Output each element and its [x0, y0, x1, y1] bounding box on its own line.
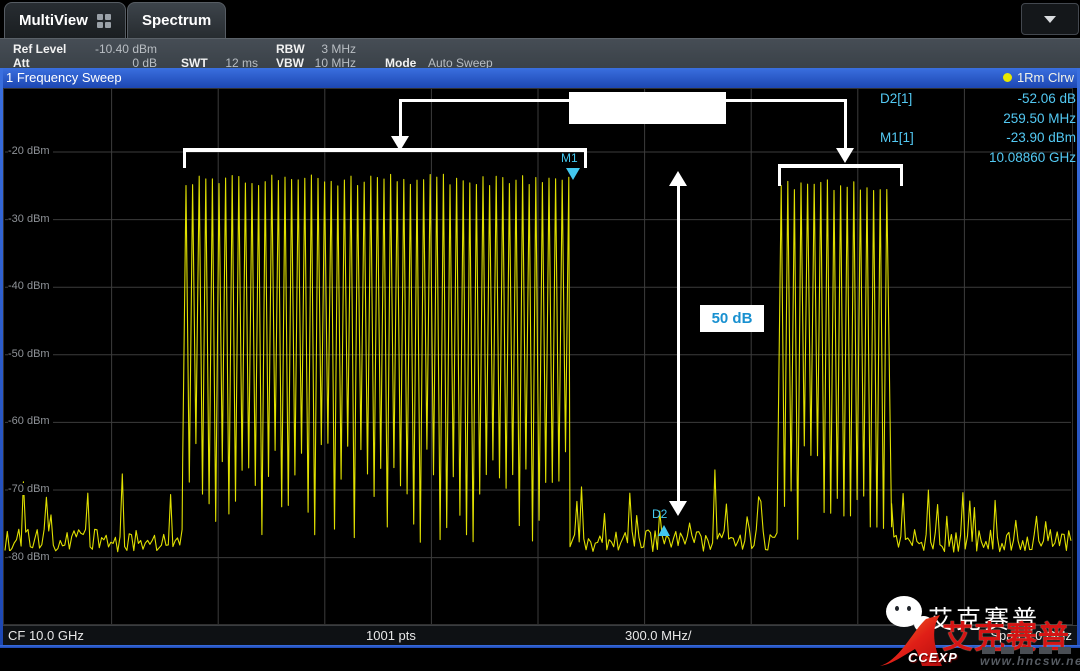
redacted-callout-box — [569, 92, 726, 124]
trace1-mode-label: 1Rm Clrw — [1017, 70, 1074, 85]
window-frame-left — [0, 68, 3, 648]
window-menu-dropdown-button[interactable] — [1021, 3, 1079, 35]
arrow-down-icon — [836, 148, 854, 163]
window-title: 1 Frequency Sweep — [6, 70, 122, 85]
tab-spectrum-label: Spectrum — [142, 12, 211, 29]
center-frequency-value[interactable]: CF 10.0 GHz — [8, 628, 84, 643]
marker-m1-label: M1 — [561, 151, 578, 165]
tab-spectrum[interactable]: Spectrum — [127, 2, 226, 38]
marker-m1-triangle-icon — [566, 168, 580, 180]
callout-connector-right-drop — [844, 99, 847, 149]
marker-value: 10.08860 GHz — [932, 150, 1076, 165]
tab-multiview-label: MultiView — [19, 12, 88, 29]
ref-level-label: Ref Level — [13, 42, 66, 56]
tab-bar: MultiView Spectrum — [0, 0, 1080, 38]
y-axis-label: -60 dBm — [8, 415, 53, 427]
arrow-down-icon — [669, 501, 687, 516]
watermark-brand-en: CCEXP — [908, 650, 958, 665]
trace-indicator[interactable]: 1Rm Clrw — [1003, 70, 1074, 85]
y-axis-label: -30 dBm — [8, 213, 53, 225]
y-axis-label: -20 dBm — [8, 145, 53, 157]
watermark-url: www.hncsw.net — [980, 654, 1080, 668]
callout-connector-left-drop — [399, 99, 402, 137]
marker-readout-row: 10.08860 GHz — [880, 148, 1076, 168]
delta-measure-arrow-shaft — [677, 185, 680, 502]
y-axis-label: -80 dBm — [8, 551, 53, 563]
marker-value: -23.90 dBm — [932, 130, 1076, 145]
vendor-watermark: 艾克赛普 艾克赛普 CCEXP www.hncsw.net — [876, 590, 1080, 671]
spectrum-display: -20 dBm -30 dBm -40 dBm -50 dBm -60 dBm -70 d… — [0, 88, 1080, 625]
settings-bar: Ref Level -10.40 dBm RBW 3 MHz Att 0 dB … — [0, 38, 1080, 69]
callout-connector-right — [726, 99, 847, 102]
signal-block-bracket-right — [778, 164, 903, 186]
y-axis-label: -50 dBm — [8, 348, 53, 360]
arrow-up-icon — [669, 171, 687, 186]
frequency-per-division-value: 300.0 MHz/ — [625, 628, 691, 643]
marker-value: -52.06 dB — [932, 91, 1076, 106]
trace1-color-dot-icon — [1003, 73, 1012, 82]
marker-d2-triangle-icon — [658, 525, 670, 536]
y-axis-label: -70 dBm — [8, 483, 53, 495]
y-axis-label: -40 dBm — [8, 280, 53, 292]
marker-readout-row: D2[1]-52.06 dB — [880, 89, 1076, 109]
sweep-points-value: 1001 pts — [366, 628, 416, 643]
marker-id: M1[1] — [880, 130, 932, 145]
spectrum-trace-canvas — [0, 88, 1080, 625]
marker-readout-row: 259.50 MHz — [880, 109, 1076, 129]
marker-readout-row: M1[1]-23.90 dBm — [880, 128, 1076, 148]
marker-id: D2[1] — [880, 91, 932, 106]
multiview-grid-icon — [97, 14, 111, 28]
delta-50db-annotation: 50 dB — [700, 305, 764, 332]
ref-level-value[interactable]: -10.40 dBm — [75, 42, 157, 56]
rbw-value[interactable]: 3 MHz — [300, 42, 356, 56]
signal-block-bracket-left — [183, 148, 587, 168]
marker-readout-panel: D2[1]-52.06 dB259.50 MHzM1[1]-23.90 dBm1… — [880, 89, 1076, 167]
tab-multiview[interactable]: MultiView — [4, 2, 126, 38]
marker-d2-label: D2 — [652, 507, 667, 521]
watermark-tagline-strip — [982, 647, 1074, 654]
callout-connector-left — [399, 99, 571, 102]
chevron-down-icon — [1044, 16, 1056, 23]
window-titlebar: 1 Frequency Sweep 1Rm Clrw — [0, 68, 1080, 88]
marker-value: 259.50 MHz — [932, 111, 1076, 126]
